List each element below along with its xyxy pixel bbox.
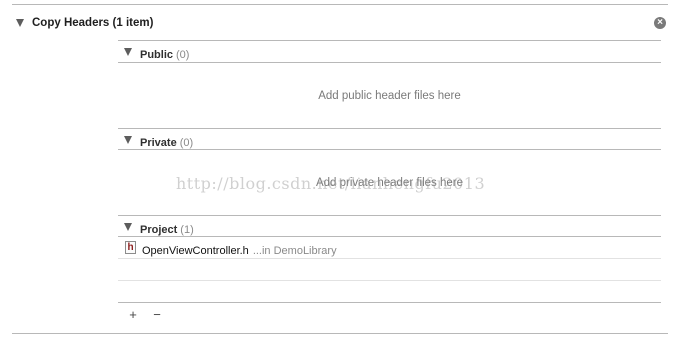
project-group-count: (1) — [180, 224, 194, 236]
bottom-separator — [12, 333, 668, 334]
private-disclosure-triangle-icon[interactable] — [124, 136, 132, 144]
private-group-top-separator — [118, 128, 661, 129]
watermark: http://blog.csdn.net/lianhengfu2013 — [176, 174, 486, 193]
remove-file-button[interactable]: − — [150, 308, 164, 321]
project-group-header-separator — [118, 236, 661, 237]
private-group-title: Private — [140, 137, 177, 149]
top-separator — [12, 4, 668, 5]
public-group-header-separator — [118, 62, 661, 63]
public-group-header[interactable]: Public (0) — [140, 45, 189, 63]
header-file-icon: h — [125, 241, 136, 254]
public-group-top-separator — [118, 40, 661, 41]
public-disclosure-triangle-icon[interactable] — [124, 48, 132, 56]
private-group-header-separator — [118, 149, 661, 150]
remove-phase-icon[interactable]: × — [654, 17, 666, 29]
file-name: OpenViewController.h — [142, 245, 249, 257]
phase-disclosure-triangle-icon[interactable] — [16, 19, 24, 27]
file-location: ...in DemoLibrary — [252, 245, 337, 257]
file-row-separator — [118, 258, 661, 259]
add-file-button[interactable]: + — [126, 308, 140, 321]
toolbar-separator — [118, 302, 661, 303]
public-drop-zone-placeholder: Add public header files here — [318, 90, 461, 102]
public-group-title: Public — [140, 49, 174, 61]
empty-row-separator — [118, 280, 661, 281]
project-disclosure-triangle-icon[interactable] — [124, 223, 132, 231]
phase-title: Copy Headers (1 item) — [32, 17, 154, 29]
project-group-top-separator — [118, 215, 661, 216]
public-group-count: (0) — [176, 49, 190, 61]
file-row[interactable]: h OpenViewController.h ...in DemoLibrary — [118, 238, 661, 258]
project-group-title: Project — [140, 224, 178, 236]
private-group-count: (0) — [179, 137, 194, 149]
